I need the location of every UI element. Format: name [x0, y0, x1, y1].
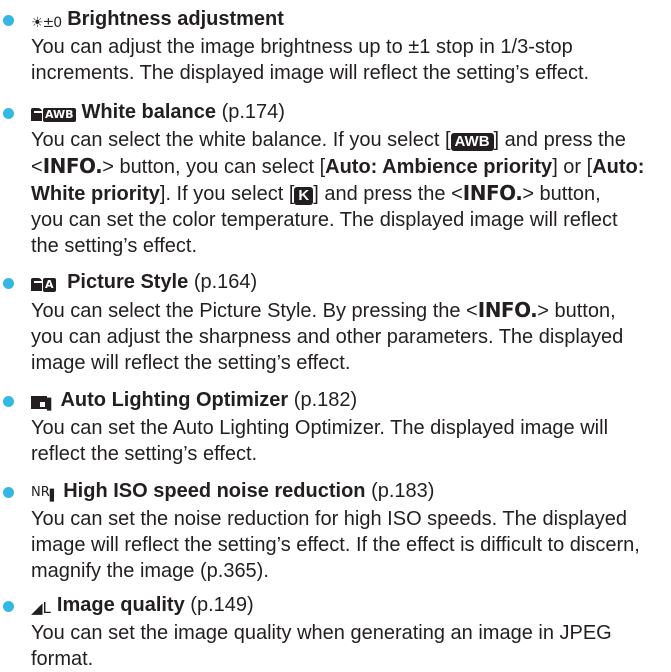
item-title: Picture Style	[67, 271, 189, 293]
item-description: You can adjust the image brightness up t…	[31, 34, 589, 86]
item-title: Auto Lighting Optimizer	[60, 389, 289, 411]
item-heading: AWB White balance (p.174)	[31, 99, 285, 126]
bullet-icon	[3, 15, 14, 26]
bullet-icon	[3, 487, 14, 498]
item-description: You can select the white balance. If you…	[31, 127, 644, 259]
item-description: You can set the image quality when gener…	[31, 620, 612, 672]
description-line: <INFO.> button, you can select [Auto: Am…	[31, 154, 645, 178]
page-reference: (p.183)	[371, 480, 435, 502]
description-line: you can adjust the sharpness and other p…	[31, 326, 624, 348]
description-line: image will reflect the setting’s effect.…	[31, 534, 640, 556]
bullet-icon	[3, 601, 14, 612]
bullet-icon	[3, 278, 14, 289]
item-heading: NR▌ High ISO speed noise reduction (p.183…	[31, 478, 434, 509]
description-line: increments. The displayed image will ref…	[31, 62, 590, 84]
page-reference: (p.182)	[293, 389, 358, 411]
description-line: You can select the white balance. If you…	[31, 129, 626, 151]
description-line: you can set the color temperature. The d…	[31, 209, 618, 231]
info-button-label: INFO.	[462, 181, 523, 205]
description-line: You can set the noise reduction for high…	[31, 508, 627, 530]
k-chip: K	[294, 187, 314, 205]
noise-reduction-icon: NR▌	[31, 485, 58, 502]
picture-style-icon: A	[31, 270, 56, 296]
description-line: reflect the setting’s effect.	[31, 443, 258, 465]
item-description: You can set the noise reduction for high…	[31, 506, 640, 584]
item-description: You can select the Picture Style. By pre…	[31, 297, 623, 376]
description-line: format.	[31, 648, 94, 670]
white-balance-icon: AWB	[31, 100, 76, 126]
description-line: You can select the Picture Style. By pre…	[31, 298, 616, 322]
image-quality-icon: ◢L	[31, 599, 51, 617]
item-title: High ISO speed noise reduction	[63, 480, 366, 502]
item-heading: ▌ Auto Lighting Optimizer (p.182)	[31, 387, 357, 418]
description-line: the setting’s effect.	[31, 235, 198, 257]
bullet-icon	[3, 396, 14, 407]
description-line: magnify the image (p.365).	[31, 560, 269, 582]
awb-chip: AWB	[450, 133, 494, 151]
info-button-label: INFO.	[42, 154, 103, 178]
item-description: You can set the Auto Lighting Optimizer.…	[31, 415, 608, 467]
description-line: You can set the image quality when gener…	[31, 622, 612, 644]
item-title: Image quality	[56, 594, 185, 616]
item-heading: A Picture Style (p.164)	[31, 269, 257, 296]
description-line: You can set the Auto Lighting Optimizer.…	[31, 417, 609, 439]
info-button-label: INFO.	[477, 298, 538, 322]
page-reference: (p.174)	[221, 101, 285, 123]
description-line: image will reflect the setting’s effect.	[31, 352, 351, 374]
page-reference: (p.164)	[193, 271, 258, 293]
description-line: You can adjust the image brightness up t…	[31, 36, 573, 58]
item-heading: ◢L Image quality (p.149)	[31, 592, 254, 621]
item-heading: ☀±0 Brightness adjustment	[31, 6, 284, 36]
item-title: Brightness adjustment	[67, 8, 284, 30]
page-reference: (p.149)	[190, 594, 254, 616]
brightness-icon: ☀±0	[31, 15, 62, 31]
auto-lighting-optimizer-icon: ▌	[31, 388, 56, 418]
bullet-icon	[3, 108, 14, 119]
item-title: White balance	[81, 101, 217, 123]
description-line: White priority]. If you select [K] and p…	[31, 181, 601, 205]
